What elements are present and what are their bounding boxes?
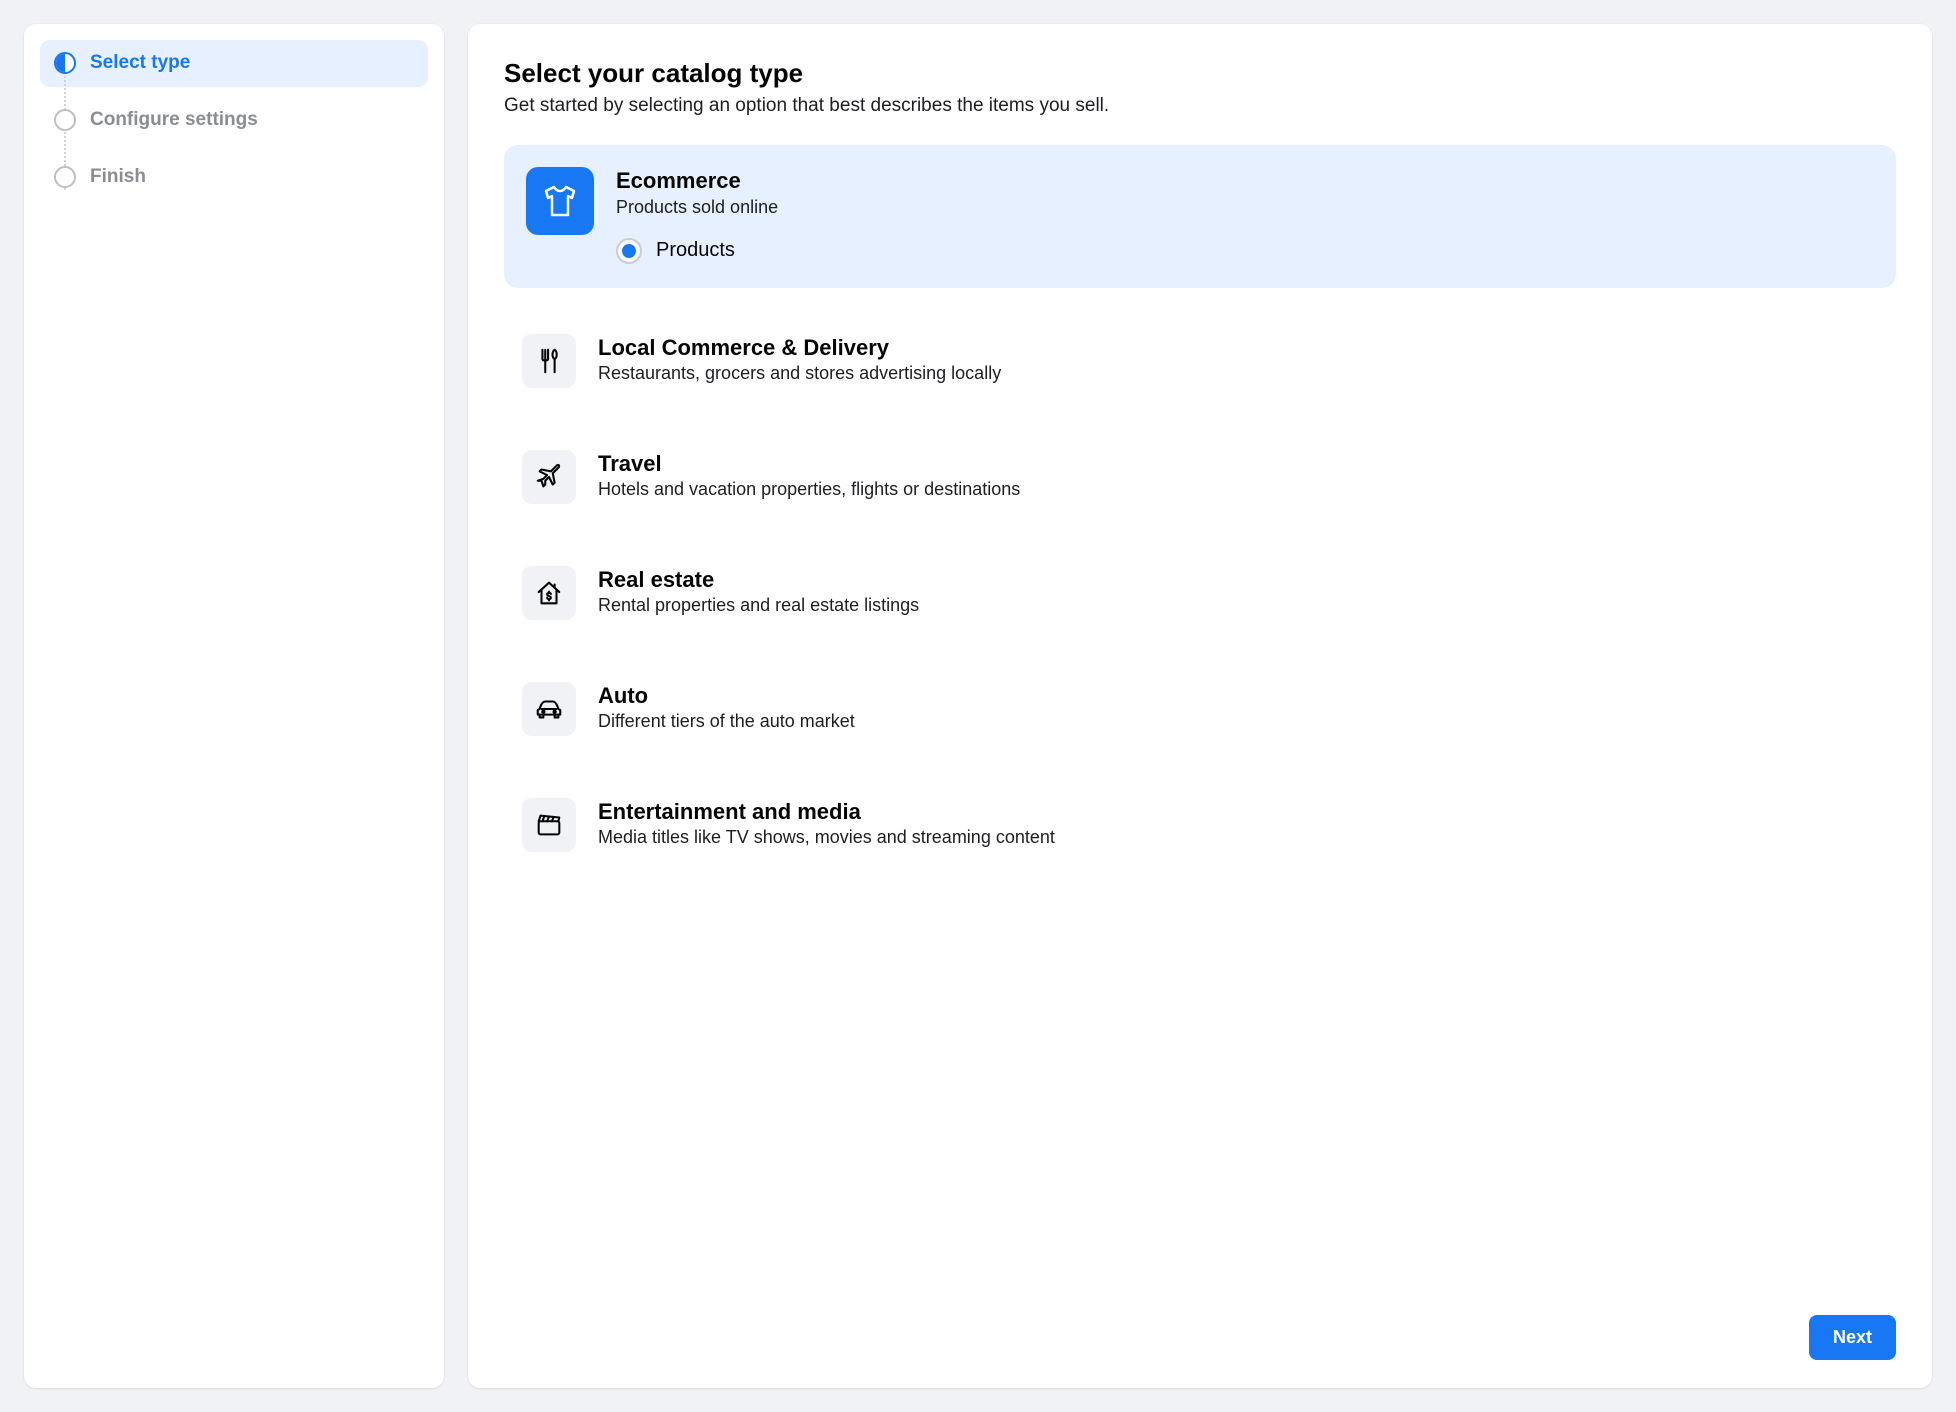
option-desc: Different tiers of the auto market [598,711,1878,732]
main-panel: Select your catalog type Get started by … [468,24,1932,1388]
option-title: Local Commerce & Delivery [598,334,1878,362]
car-icon [522,682,576,736]
option-body: Real estate Rental properties and real e… [598,566,1878,617]
option-title: Travel [598,450,1878,478]
sidebar: Select type Configure settings Finish [24,24,444,1388]
clapperboard-icon [522,798,576,852]
page-subtitle: Get started by selecting an option that … [504,95,1896,117]
option-ecommerce[interactable]: Ecommerce Products sold online Products [504,145,1896,288]
option-desc: Hotels and vacation properties, flights … [598,479,1878,500]
step-configure-settings[interactable]: Configure settings [40,97,428,144]
option-desc: Rental properties and real estate listin… [598,595,1878,616]
step-finish[interactable]: Finish [40,154,428,201]
option-desc: Media titles like TV shows, movies and s… [598,827,1878,848]
option-body: Auto Different tiers of the auto market [598,682,1878,733]
option-entertainment[interactable]: Entertainment and media Media titles lik… [504,782,1896,868]
option-title: Auto [598,682,1878,710]
option-body: Entertainment and media Media titles lik… [598,798,1878,849]
empty-circle-icon [54,109,76,131]
footer: Next [504,1315,1896,1360]
catalog-type-options: Ecommerce Products sold online Products [504,145,1896,1291]
step-list: Select type Configure settings Finish [40,40,428,200]
step-label: Finish [90,166,146,189]
house-dollar-icon [522,566,576,620]
step-label: Select type [90,52,190,75]
step-label: Configure settings [90,109,258,132]
empty-circle-icon [54,166,76,188]
next-button[interactable]: Next [1809,1315,1896,1360]
option-title: Ecommerce [616,167,1874,195]
option-body: Local Commerce & Delivery Restaurants, g… [598,334,1878,385]
airplane-icon [522,450,576,504]
radio-selected-icon [616,238,642,264]
page-title: Select your catalog type [504,58,1896,89]
step-select-type[interactable]: Select type [40,40,428,87]
radio-products[interactable]: Products [616,238,1874,264]
option-real-estate[interactable]: Real estate Rental properties and real e… [504,550,1896,636]
option-body: Travel Hotels and vacation properties, f… [598,450,1878,501]
utensils-icon [522,334,576,388]
option-travel[interactable]: Travel Hotels and vacation properties, f… [504,434,1896,520]
tshirt-icon [526,167,594,235]
radio-label: Products [656,239,735,262]
option-title: Real estate [598,566,1878,594]
half-circle-icon [54,52,76,74]
option-desc: Products sold online [616,197,1874,218]
option-title: Entertainment and media [598,798,1878,826]
option-body: Ecommerce Products sold online Products [616,167,1874,264]
option-desc: Restaurants, grocers and stores advertis… [598,363,1878,384]
option-auto[interactable]: Auto Different tiers of the auto market [504,666,1896,752]
option-local-commerce[interactable]: Local Commerce & Delivery Restaurants, g… [504,318,1896,404]
